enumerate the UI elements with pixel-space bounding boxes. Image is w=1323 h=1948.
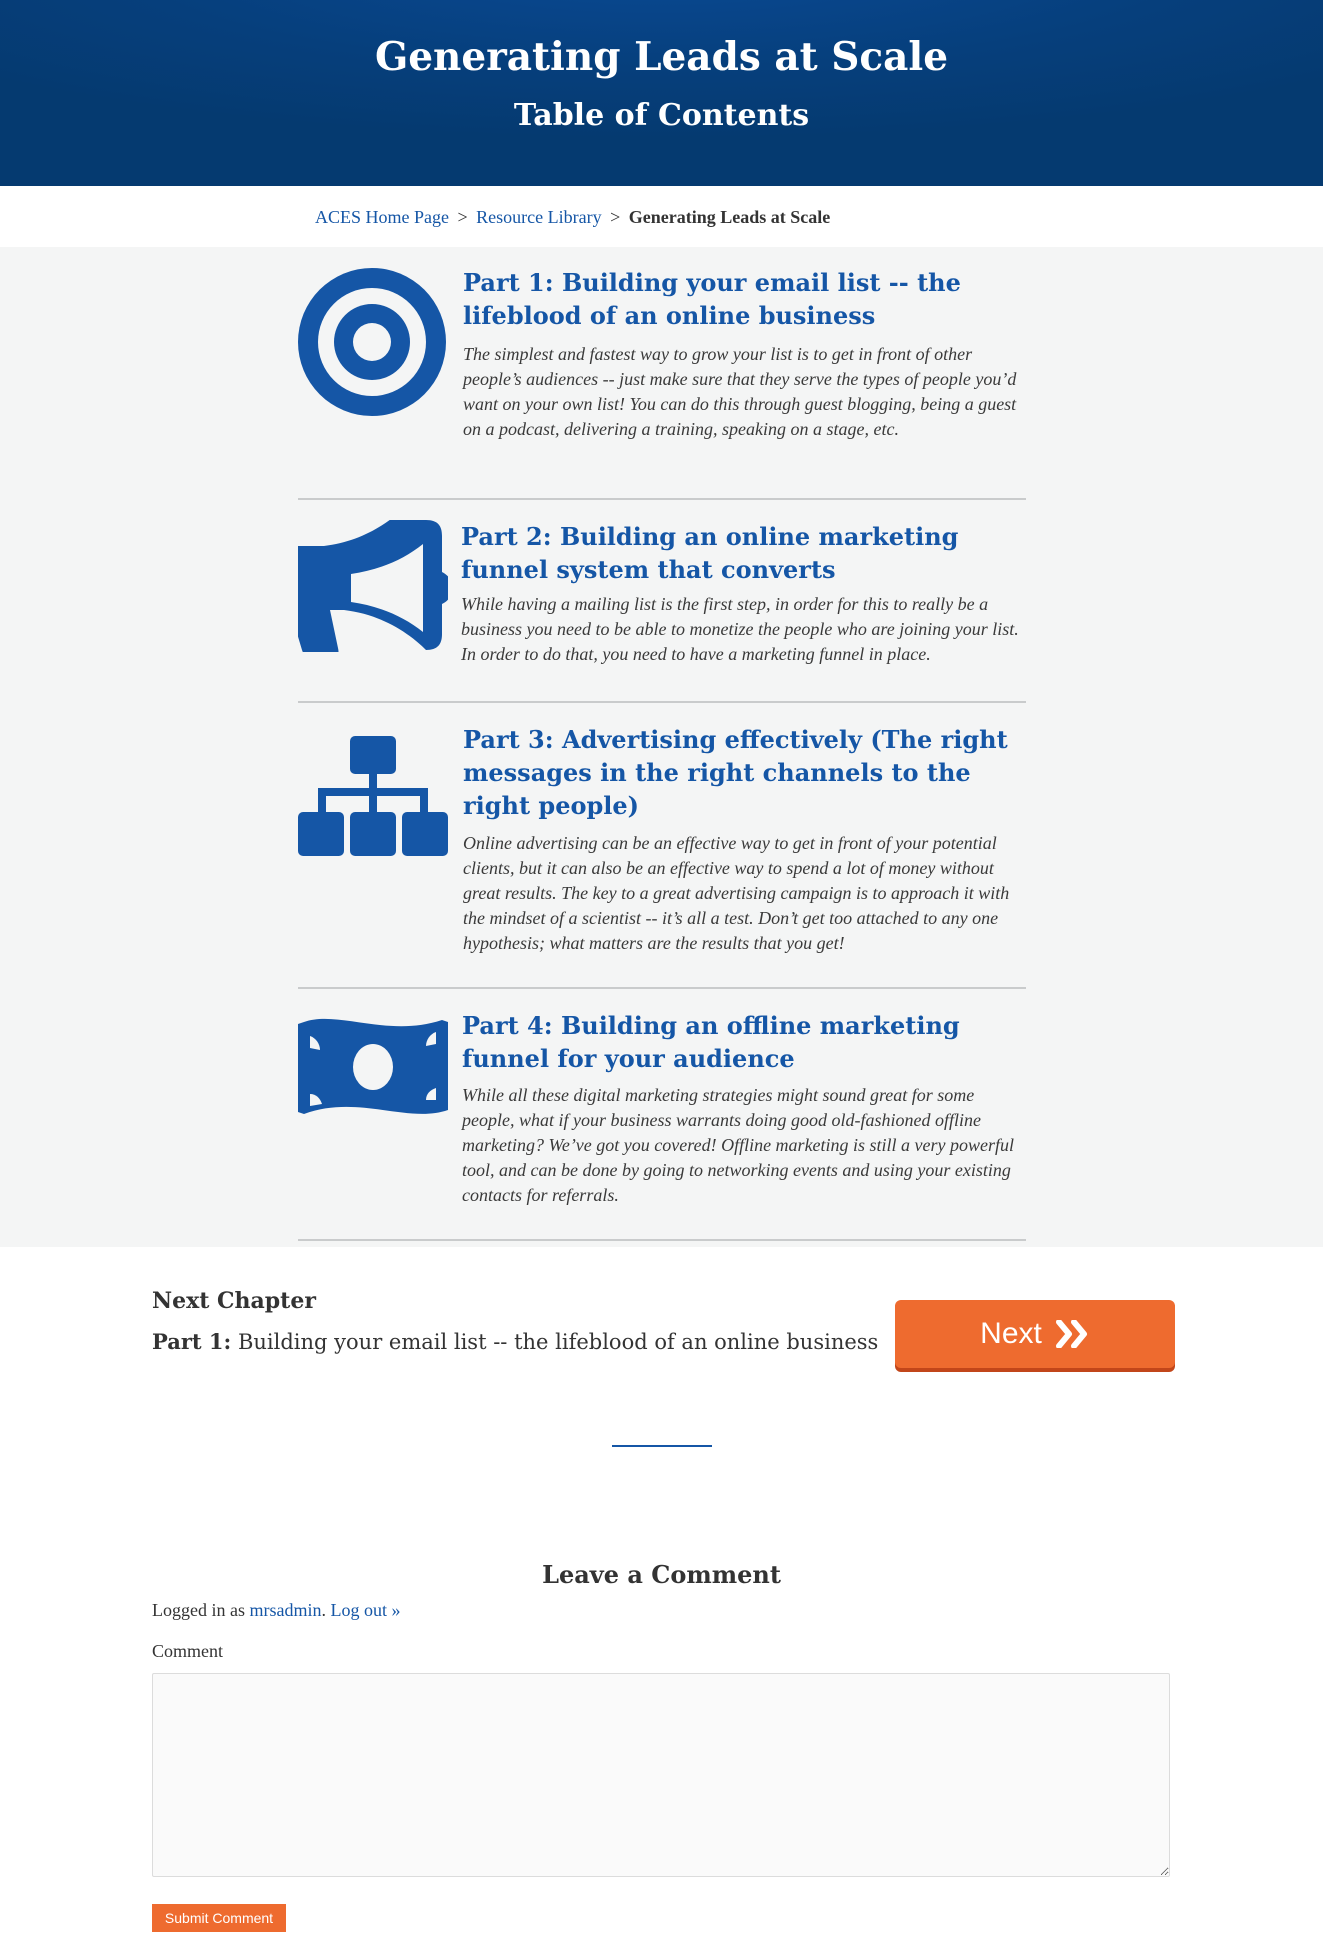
divider [298, 498, 1026, 500]
comment-label: Comment [152, 1641, 223, 1661]
logged-in-prefix: Logged in as [152, 1600, 245, 1620]
next-button[interactable]: Next [895, 1300, 1175, 1368]
next-button-label: Next [980, 1317, 1042, 1350]
toc-item-description: While all these digital marketing strate… [462, 1085, 1015, 1205]
toc-item-part-4[interactable]: Part 4: Building an offline marketing fu… [298, 1009, 1026, 1219]
toc-item-part-1[interactable]: Part 1: Building your email list -- the … [298, 266, 1026, 476]
divider [298, 1239, 1026, 1241]
toc-item-description: Online advertising can be an effective w… [463, 833, 1010, 953]
logout-link[interactable]: Log out » [330, 1600, 400, 1620]
comment-heading: Leave a Comment [542, 1560, 781, 1589]
money-bill-icon [298, 1014, 448, 1124]
toc-item-title[interactable]: Part 4: Building an offline marketing fu… [462, 1009, 1022, 1075]
toc-item-description: The simplest and fastest way to grow you… [463, 344, 1017, 439]
breadcrumb: ACES Home Page > Resource Library > Gene… [315, 207, 830, 228]
section-divider [612, 1445, 712, 1447]
target-icon [298, 268, 446, 420]
next-chapter-description: Part 1: Building your email list -- the … [152, 1329, 878, 1354]
breadcrumb-separator: > [457, 207, 468, 227]
toc-item-title[interactable]: Part 3: Advertising effectively (The rig… [463, 723, 1023, 822]
breadcrumb-separator: > [610, 207, 621, 227]
divider [298, 987, 1026, 989]
sitemap-icon [298, 736, 448, 860]
double-chevron-right-icon [1055, 1320, 1090, 1348]
toc-item-description: While having a mailing list is the first… [461, 594, 1019, 664]
next-chapter-heading: Next Chapter [152, 1288, 316, 1314]
toc-item-part-3[interactable]: Part 3: Advertising effectively (The rig… [298, 723, 1026, 963]
toc-item-part-2[interactable]: Part 2: Building an online marketing fun… [274, 506, 1026, 670]
comment-textarea[interactable] [152, 1673, 1170, 1877]
next-chapter-part-text: Building your email list -- the lifebloo… [237, 1330, 879, 1354]
page-subtitle: Table of Contents [513, 98, 810, 133]
breadcrumb-library-link[interactable]: Resource Library [476, 207, 601, 227]
submit-comment-button[interactable]: Submit Comment [152, 1904, 286, 1932]
toc-item-title[interactable]: Part 1: Building your email list -- the … [463, 266, 1023, 332]
breadcrumb-home-link[interactable]: ACES Home Page [315, 207, 449, 227]
toc-item-title[interactable]: Part 2: Building an online marketing fun… [461, 520, 1021, 586]
page-header: Generating Leads at Scale Table of Conte… [0, 0, 1323, 186]
divider [298, 701, 1026, 703]
next-chapter-part-label: Part 1: [152, 1329, 232, 1354]
username-link[interactable]: mrsadmin [249, 1600, 321, 1620]
megaphone-icon [274, 506, 452, 660]
logged-in-text: Logged in as mrsadmin. Log out » [152, 1600, 401, 1620]
page-title: Generating Leads at Scale [374, 34, 949, 80]
breadcrumb-current: Generating Leads at Scale [628, 207, 831, 227]
